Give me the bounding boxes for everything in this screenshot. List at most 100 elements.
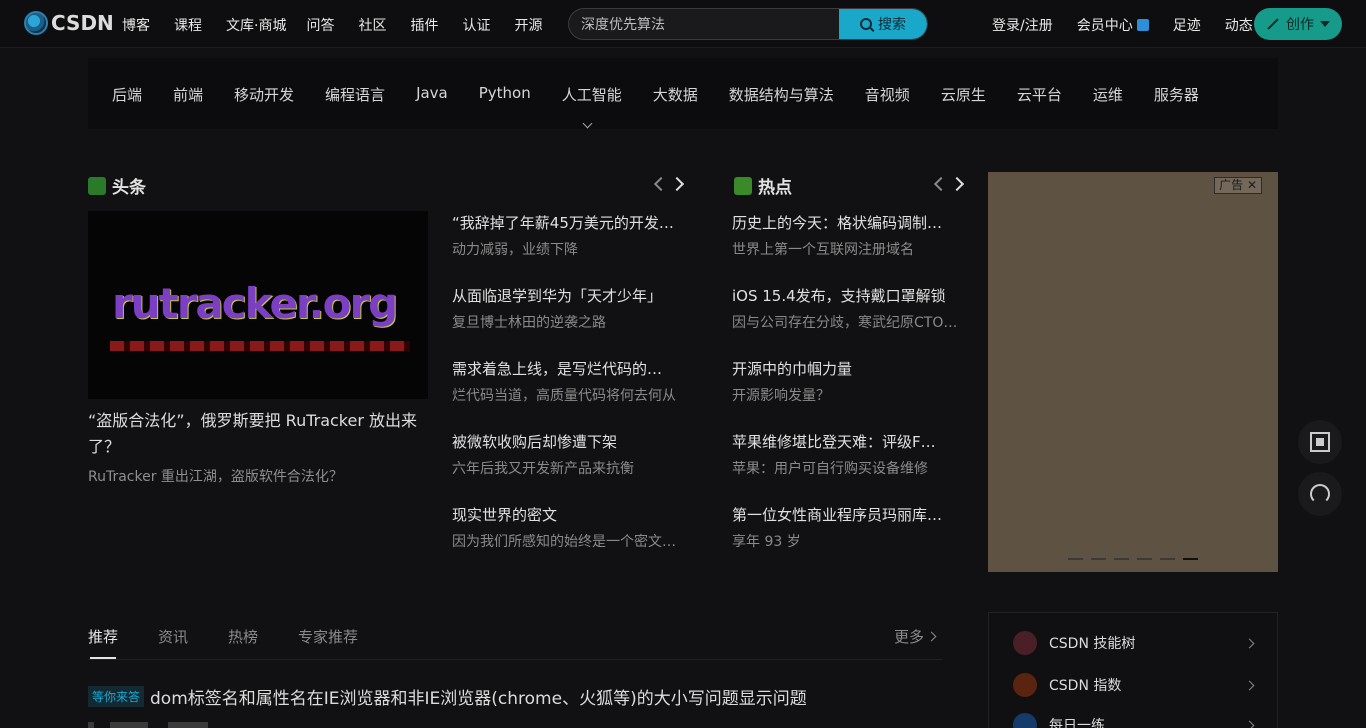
feed-item[interactable]: 等你来答 dom标签名和属性名在IE浏览器和非IE浏览器(chrome、火狐等)… (88, 684, 807, 709)
tab-recommend[interactable]: 推荐 (88, 626, 118, 647)
category-item[interactable]: 数据结构与算法 (729, 84, 834, 105)
nav-blog[interactable]: 博客 (122, 15, 150, 35)
feed-tabs: 推荐 资讯 热榜 专家推荐 (88, 626, 398, 647)
hot-item-sub: 因与公司存在分歧，寒武纪原CTO… (732, 315, 958, 331)
next-arrow-icon[interactable] (950, 174, 968, 192)
headline-item-title: “我辞掉了年薪45万美元的开发… (452, 214, 674, 232)
carousel-dots (1068, 558, 1206, 560)
sidebar-item-label: CSDN 技能树 (1049, 636, 1136, 652)
category-item[interactable]: 大数据 (653, 84, 698, 105)
logo-text: CSDN (51, 11, 114, 35)
headline-hero-image[interactable]: rutracker.org (88, 211, 428, 399)
csdn-logo[interactable]: CSDN (24, 11, 114, 35)
vip-center-link[interactable]: 会员中心 (1077, 15, 1149, 35)
hot-item[interactable]: iOS 15.4发布，支持戴口罩解锁 因与公司存在分歧，寒武纪原CTO… (732, 286, 958, 333)
hot-item-sub: 开源影响发量？ (732, 388, 830, 404)
headline-item-title: 现实世界的密文 (452, 506, 558, 524)
headline-item[interactable]: 被微软收购后却惨遭下架 六年后我又开发新产品来抗衡 (452, 432, 684, 479)
headline-item-sub: 动力减弱，业绩下降 (452, 242, 578, 258)
search-bar: 搜索 (568, 8, 928, 40)
dynamic-link[interactable]: 动态 (1225, 15, 1253, 35)
category-item[interactable]: 服务器 (1154, 84, 1199, 105)
nav-plugin[interactable]: 插件 (410, 15, 438, 35)
nav-qa[interactable]: 问答 (306, 15, 334, 35)
carousel-dot[interactable] (1114, 558, 1129, 560)
category-item[interactable]: 人工智能 (562, 84, 622, 105)
category-bar: 后端 前端 移动开发 编程语言 Java Python 人工智能 大数据 数据结… (88, 58, 1278, 129)
category-item[interactable]: Python (479, 84, 531, 105)
hot-item-sub: 世界上第一个互联网注册域名 (732, 242, 914, 258)
next-arrow-icon[interactable] (670, 174, 688, 192)
index-icon (1013, 673, 1037, 697)
headline-item[interactable]: 从面临退学到华为「天才少年」 复旦博士林田的逆袭之路 (452, 286, 684, 333)
search-button[interactable]: 搜索 (839, 9, 927, 39)
customer-service-button[interactable] (1298, 472, 1342, 516)
qrcode-button[interactable] (1298, 420, 1342, 464)
sidebar-item-label: CSDN 指数 (1049, 678, 1122, 694)
hot-item[interactable]: 历史上的今天：格状编码调制… 世界上第一个互联网注册域名 (732, 213, 958, 260)
nav-community[interactable]: 社区 (358, 15, 386, 35)
tab-news[interactable]: 资讯 (158, 626, 188, 647)
tab-expert[interactable]: 专家推荐 (298, 626, 358, 647)
category-item[interactable]: 音视频 (865, 84, 910, 105)
expand-chevron-icon[interactable] (582, 120, 594, 128)
nav-opensource[interactable]: 开源 (514, 15, 542, 35)
carousel-dot[interactable] (1091, 558, 1106, 560)
prev-arrow-icon[interactable] (930, 174, 948, 192)
hero-decoration (110, 341, 410, 351)
tab-divider (88, 659, 942, 660)
hot-item-sub: 享年 93 岁 (732, 534, 801, 550)
sidebar-item-index[interactable]: CSDN 指数 (1013, 672, 1255, 698)
search-button-label: 搜索 (878, 17, 906, 33)
ad-close-tag[interactable]: 广告 ✕ (1214, 177, 1262, 194)
hot-icon (734, 176, 752, 195)
category-item[interactable]: 编程语言 (325, 84, 385, 105)
tab-hot[interactable]: 热榜 (228, 626, 258, 647)
hot-item[interactable]: 苹果维修堪比登天难：评级F… 苹果：用户可自行购买设备维修 (732, 432, 958, 479)
hero-title[interactable]: “盗版合法化”，俄罗斯要把 RuTracker 放出来了？ (88, 408, 428, 460)
ad-banner[interactable]: 广告 ✕ (988, 172, 1278, 572)
hot-item-sub: 苹果：用户可自行购买设备维修 (732, 461, 928, 477)
category-item[interactable]: 云平台 (1017, 84, 1062, 105)
more-link[interactable]: 更多 (894, 626, 935, 647)
carousel-dot-active[interactable] (1183, 558, 1198, 560)
ad-tag-label: 广告 (1219, 178, 1244, 192)
search-input[interactable] (569, 9, 841, 39)
nav-course[interactable]: 课程 (174, 15, 202, 35)
category-item[interactable]: 前端 (173, 84, 203, 105)
hot-item[interactable]: 第一位女性商业程序员玛丽库… 享年 93 岁 (732, 505, 958, 552)
nav-cert[interactable]: 认证 (462, 15, 490, 35)
feed-badge: 等你来答 (88, 686, 145, 707)
main-nav: 博客 课程 文库·商城 问答 社区 插件 认证 开源 (122, 15, 566, 35)
headline-item[interactable]: “我辞掉了年薪45万美元的开发… 动力减弱，业绩下降 (452, 213, 684, 260)
sidebar-item-daily[interactable]: 每日一练 (1013, 712, 1255, 728)
category-item[interactable]: 移动开发 (234, 84, 294, 105)
headline-icon (88, 176, 106, 195)
feed-meta-partial (88, 722, 288, 728)
feed-title[interactable]: dom标签名和属性名在IE浏览器和非IE浏览器(chrome、火狐等)的大小写问… (150, 684, 807, 709)
category-item[interactable]: 云原生 (941, 84, 986, 105)
headset-icon (1310, 484, 1330, 504)
top-navbar: CSDN 博客 课程 文库·商城 问答 社区 插件 认证 开源 搜索 登录/注册… (0, 0, 1366, 48)
footprint-link[interactable]: 足迹 (1173, 15, 1201, 35)
sidebar-item-label: 每日一练 (1049, 718, 1105, 728)
category-item[interactable]: 后端 (112, 84, 142, 105)
hot-pager (928, 174, 968, 192)
sidebar-item-skill-tree[interactable]: CSDN 技能树 (1013, 630, 1255, 656)
category-item[interactable]: 运维 (1093, 84, 1123, 105)
headline-item[interactable]: 现实世界的密文 因为我们所感知的始终是一个密文… (452, 505, 684, 552)
user-nav: 登录/注册 会员中心 足迹 动态 (992, 15, 1277, 35)
prev-arrow-icon[interactable] (650, 174, 668, 192)
login-link[interactable]: 登录/注册 (992, 15, 1053, 35)
carousel-dot[interactable] (1068, 558, 1083, 560)
carousel-dot[interactable] (1160, 558, 1175, 560)
category-item[interactable]: Java (416, 84, 448, 105)
carousel-dot[interactable] (1137, 558, 1152, 560)
gift-icon (1136, 19, 1149, 31)
create-button[interactable]: 创作 (1254, 8, 1342, 40)
headline-section-title: 头条 (88, 173, 146, 198)
headline-item[interactable]: 需求着急上线，是写烂代码的… 烂代码当道，高质量代码将何去何从 (452, 359, 684, 406)
hot-section-title: 热点 (734, 173, 792, 198)
hot-item[interactable]: 开源中的巾帼力量 开源影响发量？ (732, 359, 958, 406)
nav-library[interactable]: 文库·商城 (226, 15, 286, 35)
